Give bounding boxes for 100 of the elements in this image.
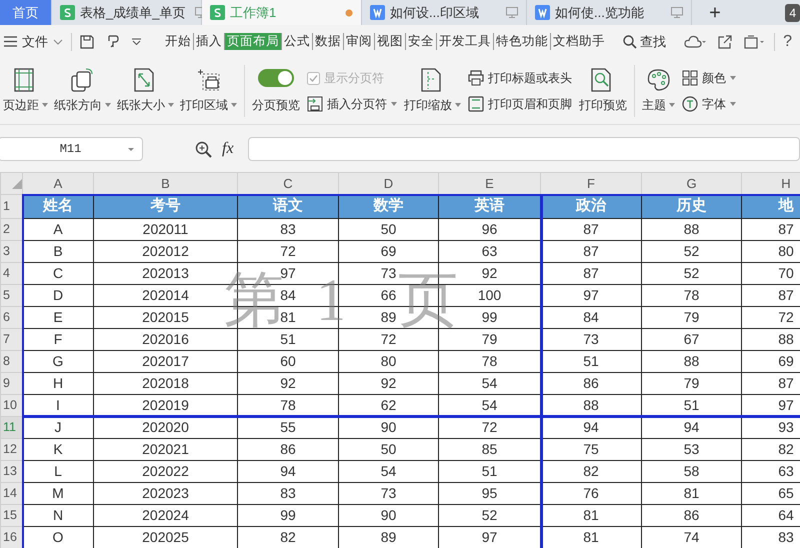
column-header[interactable]: H [742, 172, 800, 194]
insert-page-break-icon [307, 96, 323, 112]
function-button[interactable]: fx [222, 137, 234, 161]
checkbox-icon [307, 72, 320, 84]
column-header[interactable]: G [642, 172, 742, 194]
table-cell: 92 [338, 372, 438, 394]
table-header-cell: 历史 [642, 194, 742, 218]
table-cell: 53 [642, 438, 742, 460]
row-header[interactable]: 4 [0, 262, 22, 284]
row-header[interactable]: 7 [0, 328, 22, 350]
ribbon-button[interactable]: 插入分页符 [307, 95, 397, 113]
row-header[interactable]: 14 [0, 482, 22, 504]
ribbon-button[interactable]: 主题 [639, 68, 678, 114]
table-cell: 86 [238, 438, 338, 460]
ribbon-tab[interactable]: 视图 [375, 33, 406, 50]
table-cell: 83 [238, 482, 338, 504]
row-header[interactable]: 1 [0, 194, 22, 218]
row-header[interactable]: 5 [0, 284, 22, 306]
column-header[interactable]: D [338, 172, 438, 194]
table-cell: 202012 [94, 240, 238, 262]
row-header[interactable]: 13 [0, 460, 22, 482]
table-header-cell: 地 [742, 194, 800, 218]
column-header[interactable]: F [540, 172, 642, 194]
column-header[interactable]: E [438, 172, 540, 194]
ribbon-tab[interactable]: 特色功能 [494, 33, 551, 50]
ribbon-tab[interactable]: 审阅 [344, 33, 375, 50]
ribbon-button[interactable]: 打印缩放 [401, 68, 464, 114]
print-area-icon [196, 68, 220, 92]
dropdown-icon[interactable] [132, 38, 141, 45]
palette-icon [646, 68, 670, 92]
row-header[interactable]: 2 [0, 218, 22, 240]
row-header[interactable]: 6 [0, 306, 22, 328]
document-icon [370, 5, 385, 20]
table-cell: 73 [338, 482, 438, 504]
search-icon [623, 34, 637, 48]
row-header[interactable]: 12 [0, 438, 22, 460]
show-page-breaks-checkbox: 显示分页符 [307, 69, 397, 87]
table-cell: 72 [338, 328, 438, 350]
zoom-icon[interactable] [195, 140, 212, 158]
file-menu[interactable]: 文件 [22, 32, 48, 52]
row-header[interactable]: 10 [0, 394, 22, 416]
ribbon-button[interactable]: 打印页眉和页脚 [468, 95, 572, 113]
ribbon-button[interactable]: 字体 [682, 95, 736, 113]
name-box[interactable]: M11 [0, 137, 143, 161]
column-header[interactable]: B [94, 172, 238, 194]
table-header-cell: 数学 [338, 194, 438, 218]
chevron-down-icon[interactable] [53, 38, 63, 44]
table-cell: 54 [338, 460, 438, 482]
ribbon-tab[interactable]: 安全 [406, 33, 437, 50]
table-header-cell: 语文 [238, 194, 338, 218]
page-break-preview-toggle[interactable]: 分页预览 [249, 68, 303, 114]
column-header[interactable]: A [22, 172, 94, 194]
format-painter-icon[interactable] [106, 34, 120, 49]
table-header-cell: 英语 [438, 194, 540, 218]
ribbon-tab[interactable]: 公式 [282, 33, 313, 50]
row-header[interactable]: 8 [0, 350, 22, 372]
print-titles-icon [468, 70, 484, 86]
corner-triangle-icon [12, 179, 22, 190]
document-tab[interactable]: 首页 [0, 0, 52, 25]
tab-title: 工作簿1 [230, 4, 276, 22]
save-icon[interactable] [80, 34, 94, 48]
tab-title: 表格_成绩单_单页 [80, 4, 186, 22]
ribbon-button[interactable]: 纸张方向 [51, 68, 114, 114]
ribbon-tab[interactable]: 数据 [313, 33, 344, 50]
table-cell: 90 [338, 504, 438, 526]
table-cell: 58 [642, 460, 742, 482]
cloud-icon[interactable] [684, 34, 706, 48]
table-cell: 79 [642, 306, 742, 328]
collapse-ribbon-icon[interactable] [744, 34, 766, 48]
row-header[interactable]: 3 [0, 240, 22, 262]
table-cell: 92 [238, 372, 338, 394]
ribbon-button[interactable]: 纸张大小 [114, 68, 177, 114]
ribbon-button[interactable]: 颜色 [682, 69, 736, 87]
table-cell: 202024 [94, 504, 238, 526]
ribbon-button[interactable]: 打印预览 [576, 68, 630, 114]
tab-title: 如何设...印区域 [390, 4, 479, 22]
table-cell: 67 [642, 328, 742, 350]
row-header[interactable]: 9 [0, 372, 22, 394]
new-tab-button[interactable]: + [698, 0, 732, 25]
table-cell: 81 [642, 482, 742, 504]
ribbon-tab[interactable]: 开发工具 [437, 33, 494, 50]
share-icon[interactable] [718, 34, 732, 48]
row-header[interactable]: 15 [0, 504, 22, 526]
column-header[interactable]: C [238, 172, 338, 194]
table-cell: 202018 [94, 372, 238, 394]
ribbon-button[interactable]: 打印标题或表头 [468, 69, 572, 87]
ribbon-button[interactable]: 打印区域 [177, 68, 240, 114]
help-button[interactable]: ? [783, 30, 792, 54]
menu-icon[interactable] [4, 36, 17, 47]
search-button[interactable]: 查找 [623, 32, 666, 52]
header-footer-icon [468, 96, 484, 112]
table-cell: 72 [238, 240, 338, 262]
ribbon-button[interactable]: 页边距 [0, 68, 51, 114]
table-cell: 60 [238, 350, 338, 372]
formula-input[interactable] [248, 137, 800, 161]
table-cell: 202022 [94, 460, 238, 482]
table-cell: 88 [642, 350, 742, 372]
ribbon-tab[interactable]: 文档助手 [551, 33, 607, 50]
ribbon-tab[interactable]: 开始 [163, 33, 194, 50]
row-header[interactable]: 16 [0, 526, 22, 548]
